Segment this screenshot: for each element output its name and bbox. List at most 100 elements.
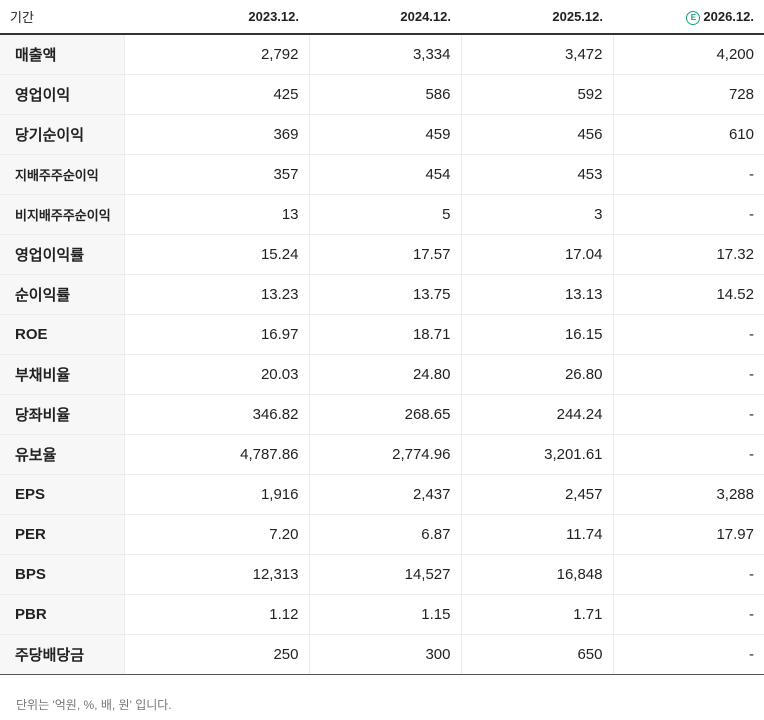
cell-value: 13.23	[123, 274, 309, 315]
row-label: EPS	[0, 473, 124, 515]
table-row: 영업이익 425 586 592 728	[0, 74, 764, 115]
cell-value: 13	[123, 194, 309, 235]
cell-value: 1.12	[123, 594, 309, 635]
cell-value: 16.97	[123, 314, 309, 355]
cell-value: 6.87	[308, 514, 461, 555]
cell-value: -	[612, 594, 764, 635]
cell-value: 13.75	[308, 274, 461, 315]
year-header: 2023.12.	[124, 0, 309, 35]
row-label: 비지배주주순이익	[0, 194, 124, 235]
cell-value: 18.71	[308, 314, 461, 355]
table-row: PER 7.20 6.87 11.74 17.97	[0, 514, 764, 555]
row-label: 영업이익	[0, 74, 124, 115]
row-label: 유보율	[0, 434, 124, 475]
row-label: 지배주주순이익	[0, 154, 124, 195]
cell-value: 1,916	[123, 473, 309, 515]
cell-value: 16.15	[460, 314, 613, 355]
table-row: 비지배주주순이익 13 5 3 -	[0, 194, 764, 235]
cell-value: 12,313	[123, 554, 309, 595]
cell-value: 728	[612, 74, 764, 115]
cell-value: 268.65	[308, 394, 461, 435]
cell-value: 20.03	[123, 353, 309, 395]
table-row: 당기순이익 369 459 456 610	[0, 114, 764, 155]
row-label: 매출액	[0, 34, 124, 75]
cell-value: 454	[308, 154, 461, 195]
cell-value: 592	[460, 74, 613, 115]
cell-value: 2,457	[460, 473, 613, 515]
cell-value: 17.32	[612, 233, 764, 275]
cell-value: 17.97	[612, 514, 764, 555]
cell-value: 11.74	[460, 514, 613, 555]
cell-value: 2,792	[123, 34, 309, 75]
year-header: 2024.12.	[309, 0, 461, 35]
cell-value: 17.04	[460, 233, 613, 275]
cell-value: 3,288	[612, 473, 764, 515]
estimate-icon: E	[686, 10, 701, 25]
row-label: 순이익률	[0, 274, 124, 315]
cell-value: 456	[460, 114, 613, 155]
cell-value: -	[612, 394, 764, 435]
cell-value: 14,527	[308, 554, 461, 595]
table-row: 영업이익률 15.24 17.57 17.04 17.32	[0, 233, 764, 275]
row-label: 주당배당금	[0, 633, 124, 675]
cell-value: 250	[123, 633, 309, 675]
cell-value: 586	[308, 74, 461, 115]
cell-value: -	[612, 353, 764, 395]
cell-value: 5	[308, 194, 461, 235]
cell-value: 3,472	[460, 34, 613, 75]
cell-value: 2,774.96	[308, 434, 461, 475]
table-row: 지배주주순이익 357 454 453 -	[0, 154, 764, 195]
table-row: 당좌비율 346.82 268.65 244.24 -	[0, 394, 764, 435]
row-label: 영업이익률	[0, 233, 124, 275]
row-label: PER	[0, 514, 124, 555]
table-row: 부채비율 20.03 24.80 26.80 -	[0, 353, 764, 395]
cell-value: 425	[123, 74, 309, 115]
cell-value: 244.24	[460, 394, 613, 435]
cell-value: -	[612, 194, 764, 235]
table-row: 순이익률 13.23 13.75 13.13 14.52	[0, 274, 764, 315]
cell-value: -	[612, 314, 764, 355]
row-label: 당좌비율	[0, 394, 124, 435]
cell-value: 346.82	[123, 394, 309, 435]
cell-value: -	[612, 434, 764, 475]
table-header-row: 기간 2023.12. 2024.12. 2025.12. E 2026.12.	[0, 0, 764, 35]
cell-value: -	[612, 154, 764, 195]
cell-value: 1.15	[308, 594, 461, 635]
cell-value: 4,200	[612, 34, 764, 75]
cell-value: 3,201.61	[460, 434, 613, 475]
year-header: 2025.12.	[461, 0, 613, 35]
cell-value: 357	[123, 154, 309, 195]
cell-value: 14.52	[612, 274, 764, 315]
cell-value: 26.80	[460, 353, 613, 395]
table-row: ROE 16.97 18.71 16.15 -	[0, 314, 764, 355]
table-row: BPS 12,313 14,527 16,848 -	[0, 554, 764, 595]
cell-value: 453	[460, 154, 613, 195]
year-header-estimate: E 2026.12.	[613, 0, 764, 35]
cell-value: 24.80	[308, 353, 461, 395]
year-header-label: 2026.12.	[703, 8, 754, 24]
cell-value: -	[612, 554, 764, 595]
table-row: 매출액 2,792 3,334 3,472 4,200	[0, 34, 764, 75]
table-row: PBR 1.12 1.15 1.71 -	[0, 594, 764, 635]
cell-value: 610	[612, 114, 764, 155]
financial-summary: 기간 2023.12. 2024.12. 2025.12. E 2026.12. …	[0, 0, 764, 720]
row-label: 당기순이익	[0, 114, 124, 155]
table-row: EPS 1,916 2,437 2,457 3,288	[0, 473, 764, 515]
unit-note: 단위는 '억원, %, 배, 원' 입니다.	[16, 698, 172, 712]
row-label: ROE	[0, 314, 124, 355]
cell-value: 15.24	[123, 233, 309, 275]
cell-value: 2,437	[308, 473, 461, 515]
period-header: 기간	[0, 0, 124, 35]
cell-value: 4,787.86	[123, 434, 309, 475]
financial-table: 기간 2023.12. 2024.12. 2025.12. E 2026.12. …	[0, 0, 764, 675]
cell-value: 459	[308, 114, 461, 155]
cell-value: 16,848	[460, 554, 613, 595]
cell-value: 3	[460, 194, 613, 235]
cell-value: 7.20	[123, 514, 309, 555]
table-row: 주당배당금 250 300 650 -	[0, 633, 764, 675]
table-row: 유보율 4,787.86 2,774.96 3,201.61 -	[0, 434, 764, 475]
cell-value: 3,334	[308, 34, 461, 75]
cell-value: 13.13	[460, 274, 613, 315]
cell-value: 650	[460, 633, 613, 675]
cell-value: -	[612, 633, 764, 675]
